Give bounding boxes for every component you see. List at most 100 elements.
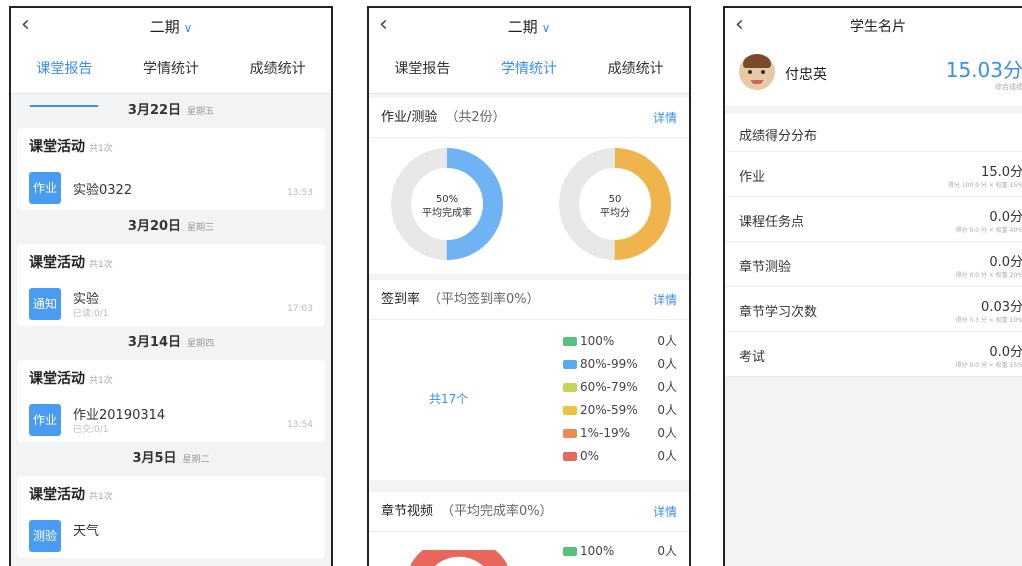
row-value: 15.0分 xyxy=(981,165,1022,180)
tab-class-report[interactable]: 课堂报告 xyxy=(11,44,118,107)
class-report-screen: ‹ 二期 ∨ 课堂报告 学情统计 成绩统计 3月22日 星期五 课堂活动 共1次 作业… xyxy=(9,6,333,566)
class-title: 二期 xyxy=(507,17,538,36)
legend-swatch xyxy=(563,360,577,369)
row-value: 0.03分 xyxy=(981,300,1022,315)
activity-item[interactable]: 通知 实验 已读:0/1 17:03 xyxy=(17,282,325,326)
nav-bar: ‹ 二期 ∨ xyxy=(11,8,331,44)
donut-caption: 平均完成率 xyxy=(422,206,472,219)
legend-swatch xyxy=(563,452,577,461)
item-title: 作业20190314 xyxy=(73,408,166,423)
score-row: 章节学习次数 0.03分 得分 0.3 分 × 权重 10% xyxy=(725,287,1022,332)
section-header: 章节视频 （平均完成率0%） 详情 xyxy=(369,492,689,532)
legend-item: 20%-59% 0人 xyxy=(563,399,681,422)
section-title: 成绩得分分布 xyxy=(739,129,818,144)
date-group: 3月20日 星期三 课堂活动 共1次 通知 实验 已读:0/1 17:03 xyxy=(11,210,331,326)
date-group: 3月14日 星期四 课堂活动 共1次 作业 作业20190314 已交:0/1 13… xyxy=(11,326,331,442)
activity-header: 课堂活动 共1次 xyxy=(29,255,113,271)
student-card-screen: ‹ 学生名片 付忠英 15.03分 综合成绩 成绩得分分布 作业 15.0分 得… xyxy=(723,6,1022,566)
activity-item[interactable]: 测验 天气 xyxy=(17,514,325,558)
activity-header: 课堂活动 共1次 xyxy=(29,139,113,155)
signin-legend: 100% 0人 80%-99% 0人 60%-79% 0人 20%-59% 0人 1%-… xyxy=(563,330,681,468)
item-time: 13:53 xyxy=(287,188,313,198)
legend-swatch xyxy=(563,406,577,415)
date-header: 3月14日 星期四 xyxy=(127,335,215,350)
activity-card[interactable]: 课堂活动 共1次 通知 实验 已读:0/1 17:03 xyxy=(17,244,325,326)
total-score-caption: 综合成绩 xyxy=(995,83,1022,91)
page-title: 学生名片 xyxy=(850,19,906,35)
legend-swatch xyxy=(563,547,577,556)
homework-badge: 作业 xyxy=(29,172,61,204)
total-score: 15.03分 xyxy=(945,58,1022,82)
homework-section: 作业/测验 （共2份） 详情 50% 平均完成率 50 平均分 xyxy=(369,98,689,274)
score-breakdown: 成绩得分分布 作业 15.0分 得分 100.0 分 × 权重 15% 课程任务… xyxy=(725,114,1022,377)
donut-value-arc xyxy=(410,550,508,566)
back-icon[interactable]: ‹ xyxy=(379,12,388,38)
details-link[interactable]: 详情 xyxy=(653,98,677,138)
row-detail: 得分 0.0 分 × 权重 20% xyxy=(955,272,1022,279)
date-group: 3月22日 星期五 课堂活动 共1次 作业 实验0322 13:53 xyxy=(11,94,331,210)
learning-stats-screen: ‹ 二期 ∨ 课堂报告 学情统计 成绩统计 作业/测验 （共2份） 详情 50% 平均… xyxy=(367,6,691,566)
tab-class-report[interactable]: 课堂报告 xyxy=(369,44,476,93)
legend-item: 100% 0人 xyxy=(563,330,681,353)
item-time: 17:03 xyxy=(287,304,313,314)
item-subtitle: 已读:0/1 xyxy=(73,309,109,319)
legend-item: 60%-79% 0人 xyxy=(563,376,681,399)
report-list: 3月22日 星期五 课堂活动 共1次 作业 实验0322 13:53 3月20日 星期… xyxy=(11,94,331,558)
signin-section: 签到率 （平均签到率0%） 详情 共17个 100% 0人 80%-99% 0人 60%… xyxy=(369,280,689,480)
item-title: 实验0322 xyxy=(73,183,133,198)
details-link[interactable]: 详情 xyxy=(653,492,677,532)
legend-swatch xyxy=(563,383,577,392)
tab-grade-stats[interactable]: 成绩统计 xyxy=(224,44,331,93)
score-row: 作业 15.0分 得分 100.0 分 × 权重 15% xyxy=(725,152,1022,197)
avatar xyxy=(739,54,775,90)
tab-learning-stats[interactable]: 学情统计 xyxy=(118,44,225,93)
class-selector[interactable]: 二期 ∨ xyxy=(150,16,193,37)
chevron-down-icon: ∨ xyxy=(541,20,551,35)
section-header: 签到率 （平均签到率0%） 详情 xyxy=(369,280,689,320)
completion-donut: 50% 平均完成率 xyxy=(391,148,503,260)
class-title: 二期 xyxy=(149,17,180,36)
activity-card[interactable]: 课堂活动 共1次 作业 实验0322 13:53 xyxy=(17,128,325,210)
legend-item: 1%-19% 0人 xyxy=(563,422,681,445)
student-name: 付忠英 xyxy=(785,67,827,83)
legend-swatch xyxy=(563,337,577,346)
section-header: 作业/测验 （共2份） 详情 xyxy=(369,98,689,138)
details-link[interactable]: 详情 xyxy=(653,280,677,320)
row-detail: 得分 0.3 分 × 权重 10% xyxy=(955,317,1022,324)
tab-bar: 课堂报告 学情统计 成绩统计 xyxy=(369,44,689,107)
score-row: 课程任务点 0.0分 得分 0.0 分 × 权重 40% xyxy=(725,197,1022,242)
tab-learning-stats[interactable]: 学情统计 xyxy=(476,44,583,107)
activity-card[interactable]: 课堂活动 共1次 测验 天气 xyxy=(17,476,325,558)
date-header: 3月5日 星期二 xyxy=(132,451,210,466)
class-selector[interactable]: 二期 ∨ xyxy=(508,16,551,37)
donut-caption: 平均分 xyxy=(600,207,630,219)
activity-item[interactable]: 作业 实验0322 13:53 xyxy=(17,166,325,210)
homework-badge: 作业 xyxy=(29,404,61,436)
nav-bar: ‹ 学生名片 xyxy=(725,8,1022,44)
row-label: 课程任务点 xyxy=(739,215,805,230)
back-icon[interactable]: ‹ xyxy=(21,12,30,38)
row-value: 0.0分 xyxy=(989,345,1022,360)
average-score-donut: 50 平均分 xyxy=(559,148,671,260)
activity-card[interactable]: 课堂活动 共1次 作业 作业20190314 已交:0/1 13:54 xyxy=(17,360,325,442)
activity-header: 课堂活动 共1次 xyxy=(29,371,113,387)
section-title-row: 成绩得分分布 xyxy=(725,114,1022,152)
date-group: 3月5日 星期二 课堂活动 共1次 测验 天气 xyxy=(11,442,331,558)
item-title: 实验 xyxy=(73,292,100,307)
row-detail: 得分 100.0 分 × 权重 15% xyxy=(947,182,1022,189)
back-icon[interactable]: ‹ xyxy=(735,12,744,38)
nav-bar: ‹ 二期 ∨ xyxy=(369,8,689,44)
activity-item[interactable]: 作业 作业20190314 已交:0/1 13:54 xyxy=(17,398,325,442)
student-header: 付忠英 15.03分 综合成绩 xyxy=(725,44,1022,106)
tab-grade-stats[interactable]: 成绩统计 xyxy=(582,44,689,93)
item-subtitle: 已交:0/1 xyxy=(73,425,109,435)
donut-value-text: 50 xyxy=(609,194,622,205)
video-donut xyxy=(410,550,508,566)
donut-value-text: 50% xyxy=(436,194,458,205)
row-label: 作业 xyxy=(739,170,766,185)
score-row: 考试 0.0分 得分 0.0 分 × 权重 15% xyxy=(725,332,1022,377)
item-title: 天气 xyxy=(73,524,100,539)
legend-swatch xyxy=(563,429,577,438)
score-row: 章节测验 0.0分 得分 0.0 分 × 权重 20% xyxy=(725,242,1022,287)
notice-badge: 通知 xyxy=(29,288,61,320)
